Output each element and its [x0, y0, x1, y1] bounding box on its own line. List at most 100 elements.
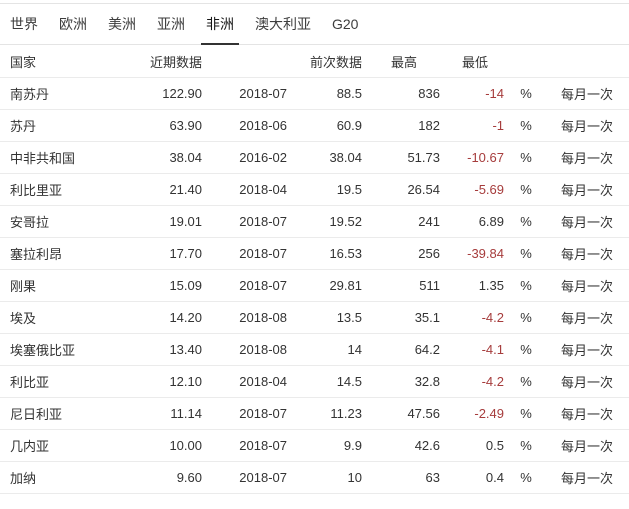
- unit-symbol: %: [507, 109, 545, 142]
- previous-value: 11.23: [290, 397, 365, 430]
- table-row[interactable]: 利比亚 12.10 2018-04 14.5 32.8 -4.2 % 每月一次: [0, 365, 629, 398]
- recent-value: 13.40: [150, 333, 205, 366]
- tab-asia[interactable]: 亚洲: [157, 4, 185, 44]
- table-body: 南苏丹 122.90 2018-07 88.5 836 -14 % 每月一次 苏…: [0, 77, 629, 494]
- table-row[interactable]: 尼日利亚 11.14 2018-07 11.23 47.56 -2.49 % 每…: [0, 397, 629, 430]
- highest-value: 32.8: [365, 365, 443, 398]
- lowest-value: 0.5: [443, 429, 507, 462]
- previous-value: 60.9: [290, 109, 365, 142]
- recent-date: 2018-08: [205, 301, 290, 334]
- lowest-value: 6.89: [443, 205, 507, 238]
- highest-value: 511: [365, 269, 443, 302]
- country-name[interactable]: 埃及: [0, 301, 150, 334]
- country-name[interactable]: 南苏丹: [0, 77, 150, 110]
- table-row[interactable]: 苏丹 63.90 2018-06 60.9 182 -1 % 每月一次: [0, 109, 629, 142]
- highest-value: 241: [365, 205, 443, 238]
- previous-value: 9.9: [290, 429, 365, 462]
- countries-data-table: 国家 近期数据 前次数据 最高 最低 南苏丹 122.90 2018-07 88…: [0, 45, 629, 494]
- table-row[interactable]: 安哥拉 19.01 2018-07 19.52 241 6.89 % 每月一次: [0, 205, 629, 238]
- country-name[interactable]: 中非共和国: [0, 141, 150, 174]
- highest-value: 64.2: [365, 333, 443, 366]
- recent-date: 2016-02: [205, 141, 290, 174]
- recent-date: 2018-04: [205, 173, 290, 206]
- unit-symbol: %: [507, 333, 545, 366]
- lowest-value: -4.2: [443, 301, 507, 334]
- highest-value: 26.54: [365, 173, 443, 206]
- recent-value: 63.90: [150, 109, 205, 142]
- recent-value: 10.00: [150, 429, 205, 462]
- table-row[interactable]: 埃及 14.20 2018-08 13.5 35.1 -4.2 % 每月一次: [0, 301, 629, 334]
- table-row[interactable]: 埃塞俄比亚 13.40 2018-08 14 64.2 -4.1 % 每月一次: [0, 333, 629, 366]
- tab-australia[interactable]: 澳大利亚: [255, 4, 311, 44]
- recent-date: 2018-04: [205, 365, 290, 398]
- table-row[interactable]: 几内亚 10.00 2018-07 9.9 42.6 0.5 % 每月一次: [0, 429, 629, 462]
- highest-value: 256: [365, 237, 443, 270]
- unit-symbol: %: [507, 301, 545, 334]
- tab-g20[interactable]: G20: [332, 4, 358, 44]
- recent-date: 2018-07: [205, 461, 290, 494]
- header-highest: 最高: [365, 45, 443, 78]
- frequency-label: 每月一次: [545, 461, 629, 494]
- unit-symbol: %: [507, 237, 545, 270]
- country-name[interactable]: 安哥拉: [0, 205, 150, 238]
- lowest-value: -10.67: [443, 141, 507, 174]
- table-row[interactable]: 刚果 15.09 2018-07 29.81 511 1.35 % 每月一次: [0, 269, 629, 302]
- recent-date: 2018-07: [205, 397, 290, 430]
- header-previous: 前次数据: [290, 45, 365, 78]
- lowest-value: -4.1: [443, 333, 507, 366]
- recent-value: 9.60: [150, 461, 205, 494]
- unit-symbol: %: [507, 173, 545, 206]
- highest-value: 35.1: [365, 301, 443, 334]
- unit-symbol: %: [507, 429, 545, 462]
- previous-value: 19.52: [290, 205, 365, 238]
- previous-value: 38.04: [290, 141, 365, 174]
- frequency-label: 每月一次: [545, 397, 629, 430]
- region-tabs: 世界 欧洲 美洲 亚洲 非洲 澳大利亚 G20: [0, 3, 629, 45]
- table-row[interactable]: 利比里亚 21.40 2018-04 19.5 26.54 -5.69 % 每月…: [0, 173, 629, 206]
- lowest-value: -1: [443, 109, 507, 142]
- frequency-label: 每月一次: [545, 237, 629, 270]
- previous-value: 16.53: [290, 237, 365, 270]
- country-name[interactable]: 利比亚: [0, 365, 150, 398]
- lowest-value: 0.4: [443, 461, 507, 494]
- recent-value: 14.20: [150, 301, 205, 334]
- header-spacer: [205, 45, 290, 78]
- frequency-label: 每月一次: [545, 109, 629, 142]
- table-row[interactable]: 中非共和国 38.04 2016-02 38.04 51.73 -10.67 %…: [0, 141, 629, 174]
- unit-symbol: %: [507, 205, 545, 238]
- header-recent: 近期数据: [150, 45, 205, 78]
- unit-symbol: %: [507, 461, 545, 494]
- lowest-value: -5.69: [443, 173, 507, 206]
- frequency-label: 每月一次: [545, 365, 629, 398]
- highest-value: 836: [365, 77, 443, 110]
- tab-world[interactable]: 世界: [10, 4, 38, 44]
- tab-americas[interactable]: 美洲: [108, 4, 136, 44]
- recent-value: 15.09: [150, 269, 205, 302]
- country-name[interactable]: 埃塞俄比亚: [0, 333, 150, 366]
- recent-value: 122.90: [150, 77, 205, 110]
- tab-europe[interactable]: 欧洲: [59, 4, 87, 44]
- header-country: 国家: [0, 45, 150, 78]
- tab-africa[interactable]: 非洲: [201, 4, 239, 45]
- recent-date: 2018-07: [205, 205, 290, 238]
- country-name[interactable]: 利比里亚: [0, 173, 150, 206]
- country-name[interactable]: 尼日利亚: [0, 397, 150, 430]
- country-name[interactable]: 塞拉利昂: [0, 237, 150, 270]
- recent-value: 11.14: [150, 397, 205, 430]
- recent-value: 38.04: [150, 141, 205, 174]
- country-name[interactable]: 几内亚: [0, 429, 150, 462]
- highest-value: 51.73: [365, 141, 443, 174]
- lowest-value: 1.35: [443, 269, 507, 302]
- table-row[interactable]: 加纳 9.60 2018-07 10 63 0.4 % 每月一次: [0, 461, 629, 494]
- country-name[interactable]: 苏丹: [0, 109, 150, 142]
- table-row[interactable]: 塞拉利昂 17.70 2018-07 16.53 256 -39.84 % 每月…: [0, 237, 629, 270]
- recent-date: 2018-07: [205, 269, 290, 302]
- country-name[interactable]: 加纳: [0, 461, 150, 494]
- previous-value: 10: [290, 461, 365, 494]
- table-row[interactable]: 南苏丹 122.90 2018-07 88.5 836 -14 % 每月一次: [0, 77, 629, 110]
- highest-value: 42.6: [365, 429, 443, 462]
- country-name[interactable]: 刚果: [0, 269, 150, 302]
- recent-date: 2018-06: [205, 109, 290, 142]
- lowest-value: -39.84: [443, 237, 507, 270]
- highest-value: 47.56: [365, 397, 443, 430]
